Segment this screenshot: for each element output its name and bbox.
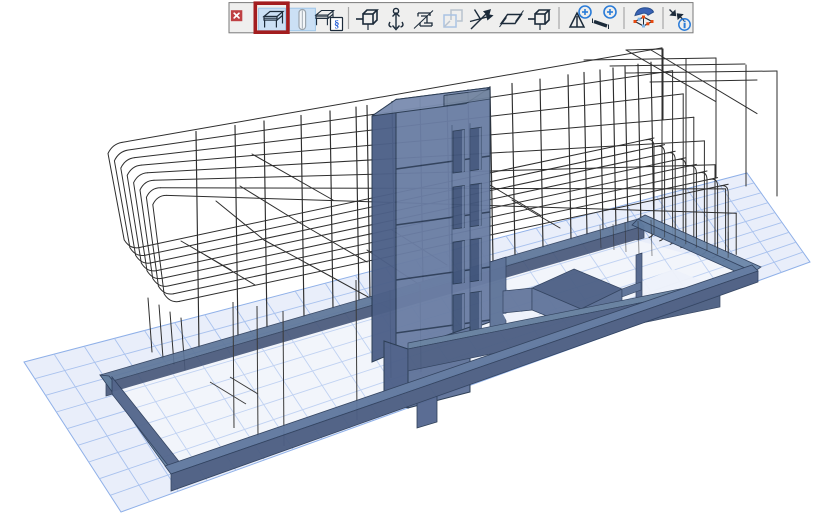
svg-text:§: § xyxy=(334,20,339,31)
